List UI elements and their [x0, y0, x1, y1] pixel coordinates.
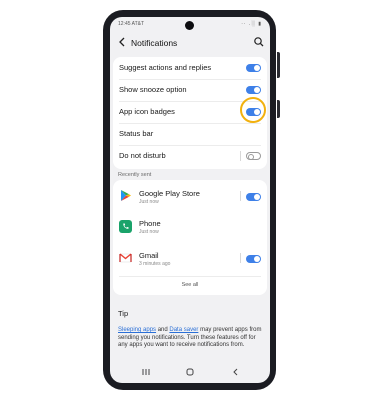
status-icons: ·· .░ ▮	[241, 21, 262, 27]
setting-row-suggest-actions[interactable]: Suggest actions and replies	[113, 57, 267, 79]
screen: 12:45 AT&T ·· .░ ▮ Notifications Suggest…	[110, 17, 270, 383]
setting-label: Suggest actions and replies	[119, 63, 212, 72]
divider	[119, 276, 261, 277]
power-button	[277, 100, 280, 118]
setting-row-status-bar[interactable]: Status bar	[113, 123, 267, 145]
back-arrow-icon[interactable]	[116, 35, 128, 49]
tip-title: Tip	[118, 309, 129, 318]
highlight-circle	[240, 97, 266, 123]
tip-text: Sleeping apps and Data saver may prevent…	[118, 327, 264, 350]
setting-label: Status bar	[119, 129, 154, 138]
phone-icon	[119, 220, 132, 233]
status-time: 12:45 AT&T	[118, 21, 145, 27]
navigation-bar	[110, 367, 270, 379]
back-nav-icon[interactable]	[230, 367, 242, 377]
home-icon[interactable]	[184, 367, 196, 377]
google-play-store-toggle[interactable]	[246, 193, 261, 201]
toggle-knob	[254, 87, 260, 93]
setting-label: App icon badges	[119, 107, 175, 116]
app-row-google-play-store[interactable]: Google Play Store Just now	[113, 183, 267, 209]
app-row-gmail[interactable]: Gmail 3 minutes ago	[113, 245, 267, 271]
recent-apps-icon[interactable]	[140, 367, 152, 377]
app-row-phone[interactable]: Phone Just now	[113, 213, 267, 239]
toggle-knob	[248, 154, 254, 160]
gmail-icon	[119, 253, 132, 263]
vertical-separator	[240, 151, 241, 161]
section-label-recently-sent: Recently sent	[118, 172, 152, 178]
app-bar: Notifications	[110, 33, 270, 55]
page-title: Notifications	[131, 38, 178, 48]
setting-row-snooze[interactable]: Show snooze option	[113, 79, 267, 101]
setting-row-do-not-disturb[interactable]: Do not disturb	[113, 145, 267, 167]
setting-label: Do not disturb	[119, 151, 166, 160]
toggle-knob	[254, 65, 260, 71]
vertical-separator	[240, 191, 241, 201]
app-name: Google Play Store	[139, 189, 200, 198]
play-store-icon	[121, 190, 131, 201]
status-bar: 12:45 AT&T ·· .░ ▮	[118, 21, 262, 30]
recently-sent-card: Google Play Store Just now Phone Just no…	[113, 180, 267, 295]
snooze-toggle[interactable]	[246, 86, 261, 94]
search-icon[interactable]	[253, 36, 265, 48]
volume-button	[277, 52, 280, 78]
gmail-toggle[interactable]	[246, 255, 261, 263]
data-saver-link[interactable]: Data saver	[169, 327, 198, 333]
setting-label: Show snooze option	[119, 85, 187, 94]
app-time: 3 minutes ago	[139, 261, 171, 267]
see-all-link[interactable]: See all	[113, 282, 267, 288]
app-time: Just now	[139, 199, 159, 205]
toggle-knob	[254, 256, 260, 262]
sleeping-apps-link[interactable]: Sleeping apps	[118, 327, 156, 333]
app-time: Just now	[139, 229, 159, 235]
suggest-actions-toggle[interactable]	[246, 64, 261, 72]
app-name: Gmail	[139, 251, 159, 260]
vertical-separator	[240, 253, 241, 263]
toggle-knob	[254, 194, 260, 200]
tip-and: and	[157, 327, 168, 333]
app-name: Phone	[139, 219, 161, 228]
do-not-disturb-toggle[interactable]	[246, 152, 261, 160]
